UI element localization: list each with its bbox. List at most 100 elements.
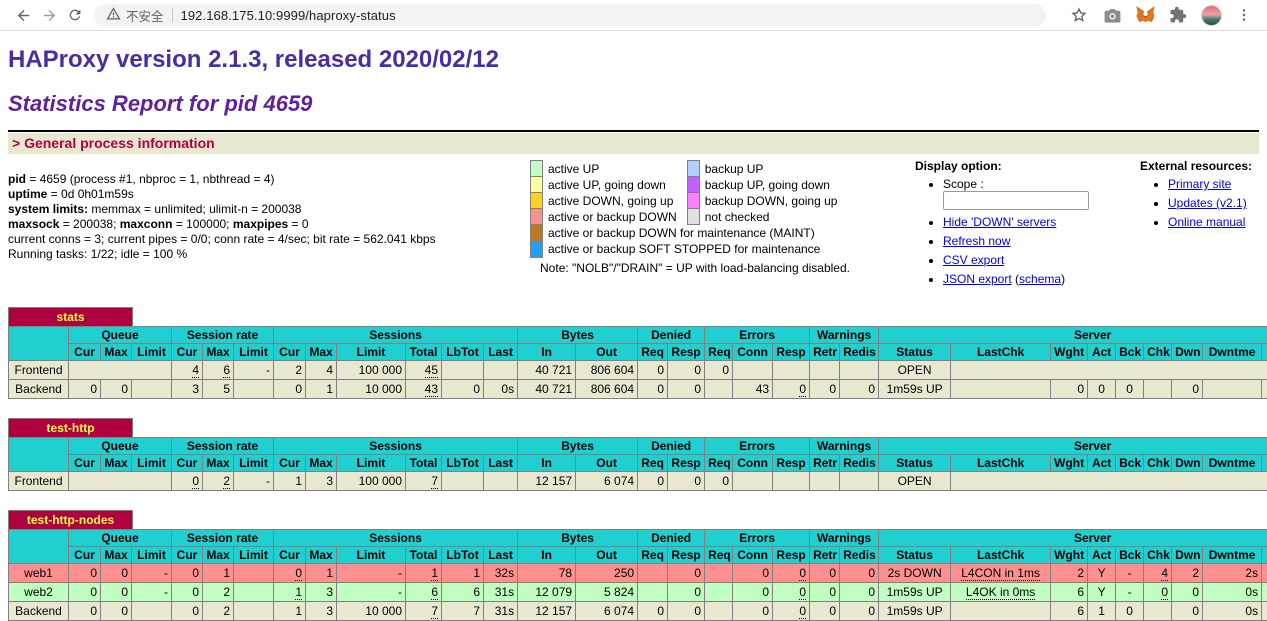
column-header: Limit: [132, 344, 172, 361]
column-header: Resp: [773, 344, 810, 361]
table-cell: [705, 564, 733, 583]
profile-avatar: [1201, 5, 1222, 26]
scope-input[interactable]: [943, 191, 1089, 210]
table-cell: 3: [172, 380, 203, 399]
column-header: Wght: [1051, 344, 1088, 361]
table-cell: 2: [1051, 564, 1088, 583]
table-cell: 6: [442, 583, 484, 602]
legend-label: active or backup DOWN for maintenance (M…: [543, 225, 848, 242]
table-cell: 40 721: [518, 361, 576, 380]
column-header: Limit: [234, 547, 274, 564]
table-cell: 0: [442, 380, 484, 399]
forward-button[interactable]: [36, 2, 62, 28]
column-header: Resp: [773, 455, 810, 472]
column-group-header: Denied: [638, 327, 705, 344]
table-cell: 1: [274, 602, 306, 621]
profile-button[interactable]: [1198, 2, 1224, 28]
column-header: In: [518, 547, 576, 564]
table-cell: 3: [306, 472, 337, 491]
table-cell: 31s: [484, 602, 518, 621]
table-cell: 1: [406, 564, 442, 583]
table-cell: [705, 583, 733, 602]
link-json-schema[interactable]: schema: [1019, 272, 1061, 286]
column-header: LastChk: [951, 344, 1051, 361]
table-cell: 2: [274, 361, 306, 380]
page-title[interactable]: HAProxy version 2.1.3, released 2020/02/…: [8, 46, 1259, 74]
link-csv-export[interactable]: CSV export: [943, 253, 1004, 267]
table-cell: 12 157: [518, 472, 576, 491]
table-cell: [638, 583, 668, 602]
link-json-export[interactable]: JSON export: [943, 272, 1012, 286]
table-cell: 0: [101, 380, 132, 399]
link-primary-site[interactable]: Primary site: [1168, 177, 1231, 191]
table-cell: [1203, 380, 1262, 399]
table-cell: 1: [306, 564, 337, 583]
column-header: Req: [638, 344, 668, 361]
table-cell: 0: [69, 380, 101, 399]
table-cell: 0: [810, 564, 840, 583]
column-header: Dwntme: [1203, 455, 1262, 472]
proxy-section: test-httpQueueSession rateSessionsBytesD…: [8, 418, 1259, 491]
column-header: LbTot: [442, 344, 484, 361]
link-online-manual[interactable]: Online manual: [1168, 215, 1245, 229]
table-cell: -: [1116, 564, 1144, 583]
table-cell: 3: [306, 583, 337, 602]
table-cell: 0: [668, 602, 705, 621]
table-cell: 32s: [484, 564, 518, 583]
table-cell: 0: [668, 380, 705, 399]
table-cell: 0: [733, 564, 773, 583]
column-header: Wght: [1051, 455, 1088, 472]
url-text[interactable]: 192.168.175.10:9999/haproxy-status: [181, 8, 396, 23]
back-button[interactable]: [10, 2, 36, 28]
table-cell: 10 000: [337, 380, 406, 399]
table-cell: 4: [1144, 564, 1172, 583]
warning-icon[interactable]: [106, 6, 121, 24]
table-cell: 0: [773, 602, 810, 621]
refresh-button[interactable]: [62, 2, 88, 28]
table-cell: 0: [172, 564, 203, 583]
camera-extension-button[interactable]: [1099, 2, 1125, 28]
table-cell: 0: [172, 583, 203, 602]
url-bar[interactable]: 不安全 192.168.175.10:9999/haproxy-status: [94, 4, 1046, 27]
table-cell: 806 604: [576, 380, 638, 399]
metamask-extension-button[interactable]: [1132, 2, 1158, 28]
table-cell: 0: [1116, 380, 1144, 399]
section-header: > General process information: [8, 133, 1259, 154]
column-header: Resp: [773, 547, 810, 564]
row-name-cell: Backend: [9, 602, 69, 621]
table-cell: 0: [668, 564, 705, 583]
table-cell: -: [1262, 583, 1267, 602]
bookmark-star-icon: [1070, 6, 1088, 24]
menu-button[interactable]: [1231, 2, 1257, 28]
legend-swatch: [687, 177, 699, 193]
column-group-header: Server: [879, 530, 1267, 547]
url-divider: [172, 8, 173, 22]
column-header: Resp: [668, 547, 705, 564]
column-header: Max: [306, 344, 337, 361]
link-refresh-now[interactable]: Refresh now: [943, 234, 1010, 248]
column-header: Status: [879, 455, 951, 472]
column-group-header: Sessions: [274, 530, 518, 547]
table-cell: 7: [442, 602, 484, 621]
table-cell: 43: [406, 380, 442, 399]
table-cell: [951, 380, 1051, 399]
table-cell: 1m59s UP: [879, 602, 951, 621]
column-group-header: Bytes: [518, 327, 638, 344]
table-cell: 6: [406, 583, 442, 602]
column-header: Limit: [337, 455, 406, 472]
table-cell: -: [1262, 564, 1267, 583]
row-name-cell: Frontend: [9, 472, 69, 491]
link-hide-down-servers[interactable]: Hide 'DOWN' servers: [943, 215, 1056, 229]
column-header: Req: [705, 455, 733, 472]
column-header: Max: [306, 455, 337, 472]
extensions-button[interactable]: [1165, 2, 1191, 28]
table-cell: 0: [668, 472, 705, 491]
table-cell: 45: [406, 361, 442, 380]
bookmark-button[interactable]: [1066, 2, 1092, 28]
column-header: Last: [484, 547, 518, 564]
table-cell: 4: [172, 361, 203, 380]
column-group-header: Queue: [69, 530, 172, 547]
column-header: Max: [101, 344, 132, 361]
column-header: Limit: [234, 344, 274, 361]
link-updates[interactable]: Updates (v2.1): [1168, 196, 1247, 210]
